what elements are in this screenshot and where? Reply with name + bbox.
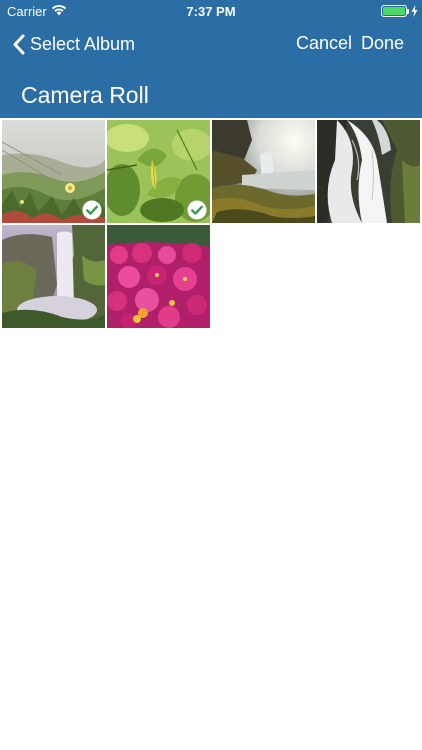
charging-bolt-icon	[411, 5, 418, 17]
cancel-button[interactable]: Cancel	[296, 33, 352, 54]
done-button[interactable]: Done	[361, 33, 404, 54]
back-button-label: Select Album	[30, 33, 136, 54]
checkmark-icon	[187, 200, 207, 220]
photo-waterfall-sunlight	[212, 120, 315, 223]
photo-waterfall-closeup	[317, 120, 420, 223]
status-bar: Carrier 7:37 PM	[0, 0, 422, 22]
battery-level	[383, 7, 405, 15]
photo-thumbnail[interactable]	[2, 225, 105, 328]
back-button[interactable]: Select Album	[12, 32, 135, 56]
photo-thumbnail[interactable]	[2, 120, 105, 223]
chevron-left-icon	[13, 34, 25, 54]
clock: 7:37 PM	[186, 4, 236, 19]
photo-thumbnail[interactable]	[107, 225, 210, 328]
page-title: Camera Roll	[21, 82, 149, 108]
battery-icon	[381, 5, 407, 17]
battery-nub	[407, 9, 409, 14]
photo-pink-flowers	[107, 225, 210, 328]
photo-thumbnail[interactable]	[107, 120, 210, 223]
photo-thumbnail[interactable]	[317, 120, 420, 223]
photo-misty-waterfall	[2, 225, 105, 328]
checkmark-icon	[82, 200, 102, 220]
photo-thumbnail[interactable]	[212, 120, 315, 223]
header: Carrier 7:37 PM Select Album Cancel Done…	[0, 0, 422, 118]
